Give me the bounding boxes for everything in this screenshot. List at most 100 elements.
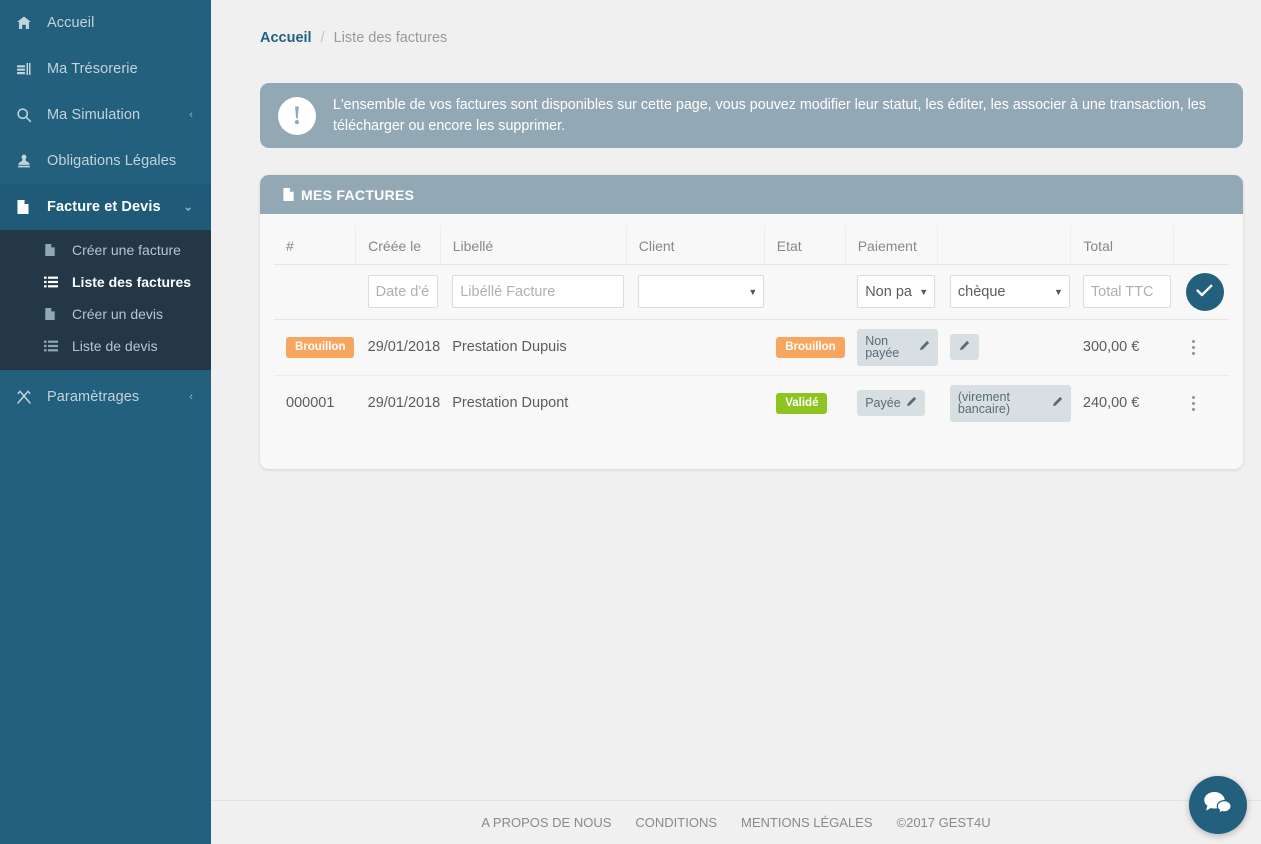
info-alert-text: L'ensemble de vos factures sont disponib… <box>333 97 1206 134</box>
filter-row: ▼ Non pa ▼ <box>274 264 1229 320</box>
paiement-status-pill[interactable]: Non payée <box>857 328 938 366</box>
home-icon <box>16 14 38 32</box>
invoices-card-header: MES FACTURES <box>260 175 1243 215</box>
chevron-left-icon: ‹ <box>189 391 193 403</box>
sidebar-item-facture-et-devis[interactable]: Facture et Devis ⌄ <box>0 184 211 230</box>
cell-client <box>626 375 764 431</box>
breadcrumb-separator: / <box>320 30 325 46</box>
column-header-date: Créée le <box>355 226 441 265</box>
invoices-card: MES FACTURES # Créée le Libellé Client E… <box>260 175 1243 469</box>
sidebar-item-obligations-legales[interactable]: Obligations Légales <box>0 138 211 184</box>
main-content: Accueil / Liste des factures ! L'ensembl… <box>211 0 1261 844</box>
breadcrumb-home-link[interactable]: Accueil <box>260 30 312 46</box>
cell-num: 000001 <box>286 395 335 412</box>
cell-total: 300,00 € <box>1070 319 1174 376</box>
invoices-table-body: ▼ Non pa ▼ <box>274 264 1229 431</box>
invoices-card-title: MES FACTURES <box>301 186 415 203</box>
cell-total: 240,00 € <box>1082 395 1140 412</box>
chat-bubbles-icon <box>1203 790 1233 821</box>
kebab-menu-icon[interactable] <box>1186 395 1202 411</box>
kebab-menu-icon[interactable] <box>1186 339 1202 355</box>
column-header-actions <box>1173 226 1229 265</box>
chevron-left-icon: ‹ <box>189 109 193 121</box>
apply-filters-button[interactable] <box>1185 272 1224 311</box>
sidebar-subitem-creer-une-facture[interactable]: Créer une facture <box>0 234 211 266</box>
mode-paiement-filter-select[interactable]: chèque <box>949 275 1070 309</box>
cell-libelle: Prestation Dupont <box>452 395 569 412</box>
breadcrumb: Accueil / Liste des factures <box>211 0 1261 46</box>
footer-link-mentions-legales[interactable]: MENTIONS LÉGALES <box>741 815 872 830</box>
cell-date: 29/01/2018 <box>367 395 441 412</box>
sidebar: Accueil Ma Trésorerie Ma Simulation ‹ Ob… <box>0 0 211 844</box>
sidebar-item-label: Obligations Légales <box>47 153 177 169</box>
mode-paiement-label: (virement bancaire) <box>957 389 1011 417</box>
filter-cell-total <box>1070 264 1174 320</box>
libelle-filter-input[interactable] <box>452 275 625 309</box>
sidebar-item-label: Ma Simulation <box>47 107 141 123</box>
sidebar-item-label: Accueil <box>47 15 95 31</box>
footer-copyright: ©2017 GEST4U <box>896 815 991 830</box>
pencil-icon <box>906 396 917 410</box>
cell-client <box>626 319 765 376</box>
column-header-client: Client <box>626 226 765 265</box>
filter-cell-date <box>355 264 441 320</box>
sidebar-subitem-liste-des-factures[interactable]: Liste des factures <box>0 266 211 298</box>
list-icon <box>44 340 64 352</box>
table-header-row: # Créée le Libellé Client Etat Paiement … <box>274 226 1229 265</box>
sidebar-item-accueil[interactable]: Accueil <box>0 0 211 46</box>
list-icon <box>44 276 64 288</box>
document-icon <box>44 307 64 321</box>
sidebar-subitem-liste-de-devis[interactable]: Liste de devis <box>0 330 211 362</box>
footer-link-a-propos[interactable]: A PROPOS DE NOUS <box>481 815 611 830</box>
cell-actions <box>1174 375 1229 431</box>
pencil-icon <box>919 340 930 354</box>
paiement-filter-select[interactable]: Non pa <box>857 275 936 309</box>
sidebar-item-ma-tresorerie[interactable]: Ma Trésorerie <box>0 46 211 92</box>
table-row[interactable]: 000001 29/01/2018 Prestation Dupont Vali… <box>274 375 1229 431</box>
sidebar-subitem-creer-un-devis[interactable]: Créer un devis <box>0 298 211 330</box>
filter-cell-libelle <box>440 264 627 320</box>
chevron-down-icon: ⌄ <box>183 201 193 214</box>
mode-paiement-pill[interactable] <box>949 334 979 361</box>
cell-mode-paiement <box>937 319 1071 376</box>
filter-cell-num <box>274 264 356 320</box>
sidebar-item-label: Facture et Devis <box>47 199 161 215</box>
cell-date: 29/01/2018 <box>355 319 441 376</box>
invoices-card-body: # Créée le Libellé Client Etat Paiement … <box>260 214 1243 469</box>
cell-paiement: Non payée <box>845 319 938 376</box>
info-alert: ! L'ensemble de vos factures sont dispon… <box>260 83 1243 149</box>
filter-cell-mode: chèque ▼ <box>937 264 1071 320</box>
sidebar-item-label: Ma Trésorerie <box>47 61 138 77</box>
document-icon <box>44 243 64 257</box>
column-header-mode <box>937 226 1072 265</box>
column-header-paiement: Paiement <box>845 226 939 265</box>
cell-paiement: Payée <box>845 375 938 431</box>
total-filter-input[interactable] <box>1082 275 1171 309</box>
cell-libelle: Prestation Dupuis <box>440 319 627 376</box>
page-footer: A PROPOS DE NOUS CONDITIONS MENTIONS LÉG… <box>211 800 1261 844</box>
mode-paiement-pill[interactable]: (virement bancaire) <box>949 384 1071 422</box>
money-stack-icon <box>16 60 38 78</box>
column-header-libelle: Libellé <box>440 226 627 265</box>
filter-cell-submit <box>1173 264 1229 320</box>
sidebar-item-ma-simulation[interactable]: Ma Simulation ‹ <box>0 92 211 138</box>
etat-badge: Brouillon <box>776 336 845 359</box>
sidebar-item-parametrages[interactable]: Paramètrages ‹ <box>0 374 211 420</box>
chat-widget-button[interactable] <box>1189 776 1247 834</box>
client-filter-select[interactable] <box>638 275 765 309</box>
filter-cell-etat <box>764 264 846 320</box>
sidebar-item-label: Paramètrages <box>47 389 140 405</box>
date-filter-input[interactable] <box>367 275 438 309</box>
footer-link-conditions[interactable]: CONDITIONS <box>635 815 717 830</box>
paiement-status-pill[interactable]: Payée <box>857 390 925 417</box>
etat-badge: Validé <box>776 392 828 415</box>
paiement-status-label: Non payée <box>865 333 900 361</box>
filter-cell-paiement: Non pa ▼ <box>845 264 938 320</box>
invoices-table: # Créée le Libellé Client Etat Paiement … <box>274 226 1229 431</box>
sidebar-subitem-label: Créer un devis <box>72 306 164 322</box>
cell-num: Brouillon <box>274 319 356 376</box>
breadcrumb-current: Liste des factures <box>333 30 448 46</box>
pencil-icon <box>959 340 970 354</box>
invoices-table-head: # Créée le Libellé Client Etat Paiement … <box>274 226 1229 265</box>
table-row[interactable]: Brouillon 29/01/2018 Prestation Dupuis B… <box>274 319 1229 376</box>
